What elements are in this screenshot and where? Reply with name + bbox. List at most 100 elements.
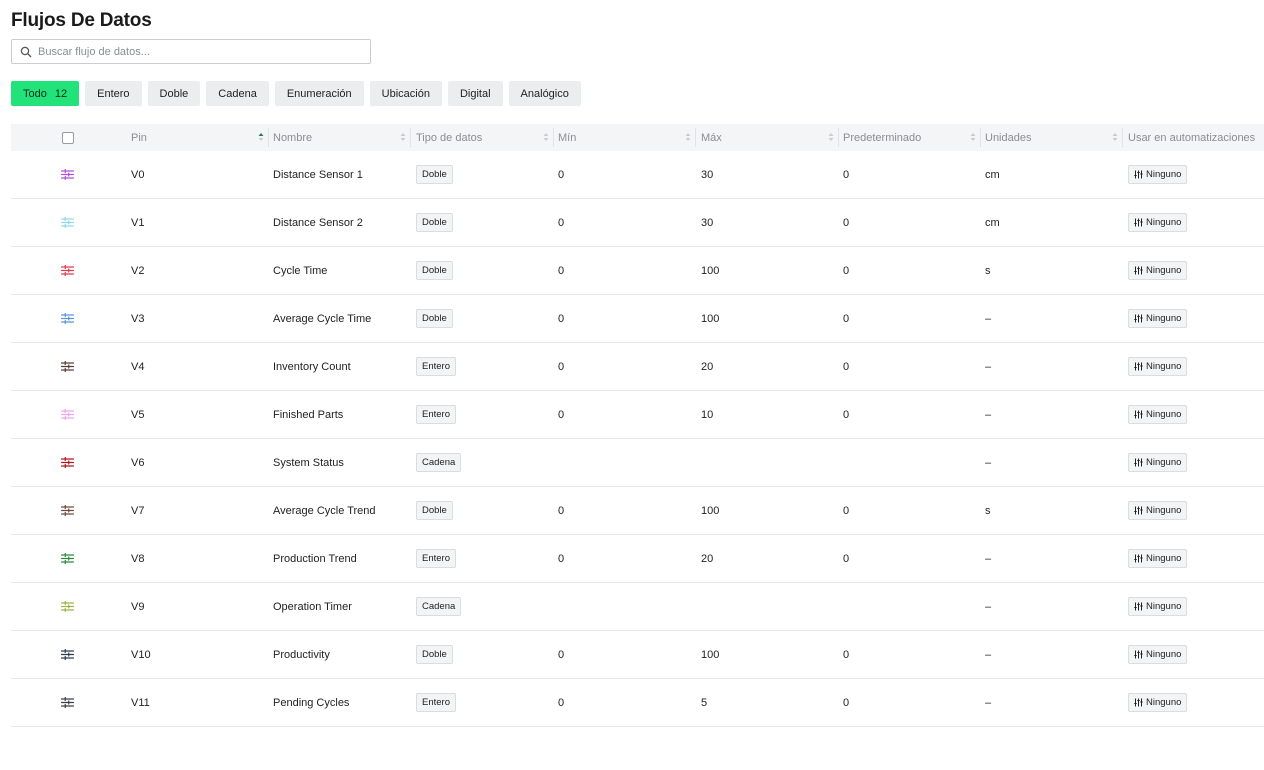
pin-cell: V2 <box>131 264 145 277</box>
table-row[interactable]: V5 Finished Parts Entero 0 10 0 – Ninguno <box>11 391 1264 439</box>
sliders-icon <box>1134 554 1143 563</box>
name-cell: Pending Cycles <box>273 696 350 709</box>
automation-cell: Ninguno <box>1123 295 1188 342</box>
automation-button[interactable]: Ninguno <box>1128 501 1188 520</box>
automation-button[interactable]: Ninguno <box>1128 597 1188 616</box>
table-row[interactable]: V3 Average Cycle Time Doble 0 100 0 – Ninguno <box>11 295 1264 343</box>
name-cell: Operation Timer <box>273 600 352 613</box>
datastream-icon <box>60 409 74 420</box>
sliders-icon <box>1134 506 1143 515</box>
table-header: Pin Nombre Tipo de datos Mín Máx Predete… <box>11 124 1264 151</box>
table-row[interactable]: V6 System Status Cadena – Ninguno <box>11 439 1264 487</box>
table-row[interactable]: V11 Pending Cycles Entero 0 5 0 – Ninguno <box>11 679 1264 727</box>
automation-label: Ninguno <box>1146 553 1182 564</box>
page-title: Flujos De Datos <box>11 10 152 31</box>
automation-cell: Ninguno <box>1123 199 1188 246</box>
default-cell <box>838 439 843 486</box>
filter-enumeracion[interactable]: Enumeración <box>274 81 364 106</box>
filter-analogico[interactable]: Analógico <box>508 81 581 106</box>
automation-label: Ninguno <box>1146 409 1182 420</box>
column-header-min[interactable]: Mín <box>553 124 695 151</box>
table-row[interactable]: V7 Average Cycle Trend Doble 0 100 0 s Ninguno <box>11 487 1264 535</box>
automation-label: Ninguno <box>1146 169 1182 180</box>
automation-button[interactable]: Ninguno <box>1128 405 1188 424</box>
search-input[interactable] <box>38 45 358 58</box>
automation-button[interactable]: Ninguno <box>1128 357 1188 376</box>
column-header-predeterminado[interactable]: Predeterminado <box>838 124 980 151</box>
column-header-nombre[interactable]: Nombre <box>268 124 410 151</box>
sliders-icon <box>1134 410 1143 419</box>
name-cell: Average Cycle Time <box>273 312 372 325</box>
sort-icon <box>543 133 549 141</box>
automation-button[interactable]: Ninguno <box>1128 645 1188 664</box>
automation-cell: Ninguno <box>1123 535 1188 582</box>
column-header-tipo[interactable]: Tipo de datos <box>411 124 553 151</box>
table-row[interactable]: V8 Production Trend Entero 0 20 0 – Ninguno <box>11 535 1264 583</box>
type-cell: Cadena <box>411 439 462 486</box>
column-header-pin[interactable]: Pin <box>126 124 268 151</box>
type-cell: Doble <box>411 631 453 678</box>
max-cell: 30 <box>701 216 714 229</box>
filter-entero[interactable]: Entero <box>85 81 142 106</box>
automation-button[interactable]: Ninguno <box>1128 453 1188 472</box>
table-row[interactable]: V10 Productivity Doble 0 100 0 – Ninguno <box>11 631 1264 679</box>
type-cell: Doble <box>411 487 453 534</box>
table-row[interactable]: V1 Distance Sensor 2 Doble 0 30 0 cm Ninguno <box>11 199 1264 247</box>
automation-button[interactable]: Ninguno <box>1128 165 1188 184</box>
automation-button[interactable]: Ninguno <box>1128 309 1188 328</box>
min-cell: 0 <box>558 264 565 277</box>
default-cell: 0 <box>843 408 850 421</box>
datastream-icon <box>60 553 74 564</box>
filter-label: Digital <box>459 87 491 100</box>
type-cell: Entero <box>411 535 456 582</box>
filter-cadena[interactable]: Cadena <box>206 81 269 106</box>
max-cell: 10 <box>701 408 714 421</box>
table-row[interactable]: V9 Operation Timer Cadena – Ninguno <box>11 583 1264 631</box>
table-row[interactable]: V2 Cycle Time Doble 0 100 0 s Ninguno <box>11 247 1264 295</box>
automation-button[interactable]: Ninguno <box>1128 549 1188 568</box>
units-cell: s <box>985 264 991 277</box>
table-row[interactable]: V4 Inventory Count Entero 0 20 0 – Ninguno <box>11 343 1264 391</box>
units-cell: – <box>985 648 992 661</box>
filter-label: Enumeración <box>286 87 352 100</box>
type-cell: Doble <box>411 247 453 294</box>
max-cell <box>696 439 701 486</box>
min-cell: 0 <box>558 168 565 181</box>
filter-digital[interactable]: Digital <box>447 81 503 106</box>
filter-ubicacion[interactable]: Ubicación <box>369 81 442 106</box>
name-cell: Inventory Count <box>273 360 351 373</box>
min-cell: 0 <box>558 312 565 325</box>
datastream-icon <box>60 313 74 324</box>
automation-label: Ninguno <box>1146 217 1182 228</box>
automation-button[interactable]: Ninguno <box>1128 693 1188 712</box>
data-type-badge: Doble <box>416 213 453 232</box>
datastream-icon <box>60 697 74 708</box>
column-label: Mín <box>558 131 577 144</box>
sliders-icon <box>1134 458 1143 467</box>
automation-cell: Ninguno <box>1123 439 1188 486</box>
filter-todo[interactable]: Todo 12 <box>11 81 80 106</box>
automation-label: Ninguno <box>1146 697 1182 708</box>
automation-button[interactable]: Ninguno <box>1128 213 1188 232</box>
max-cell: 100 <box>701 504 720 517</box>
datastream-icon-cell <box>60 151 74 198</box>
datastream-icon-cell <box>60 391 74 438</box>
filter-label: Doble <box>159 87 189 100</box>
type-cell: Entero <box>411 679 456 726</box>
datastream-icon <box>60 505 74 516</box>
type-cell: Cadena <box>411 583 462 630</box>
sort-icon <box>970 133 976 141</box>
table-row[interactable]: V0 Distance Sensor 1 Doble 0 30 0 cm Ninguno <box>11 151 1264 199</box>
column-header-unidades[interactable]: Unidades <box>980 124 1122 151</box>
filter-doble[interactable]: Doble <box>147 81 201 106</box>
min-cell: 0 <box>558 696 565 709</box>
search-field[interactable] <box>11 39 371 64</box>
column-header-max[interactable]: Máx <box>696 124 838 151</box>
select-all-checkbox[interactable] <box>62 131 74 144</box>
automation-button[interactable]: Ninguno <box>1128 261 1188 280</box>
automation-label: Ninguno <box>1146 601 1182 612</box>
type-cell: Doble <box>411 199 453 246</box>
automation-cell: Ninguno <box>1123 391 1188 438</box>
datastream-icon-cell <box>60 439 74 486</box>
sliders-icon <box>1134 218 1143 227</box>
